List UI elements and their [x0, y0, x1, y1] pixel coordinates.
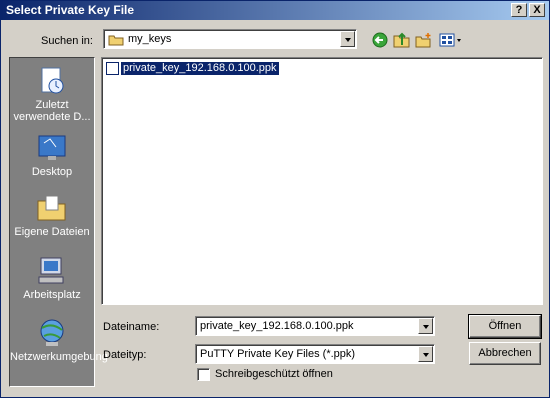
file-list[interactable]: private_key_192.168.0.100.ppk: [101, 57, 543, 305]
title-bar[interactable]: Select Private Key File ? X: [1, 1, 549, 20]
places-bar: Zuletzt verwendete D... Desktop Eigene D…: [9, 57, 108, 387]
look-in-value: my_keys: [128, 33, 172, 45]
place-my-documents[interactable]: Eigene Dateien: [10, 193, 94, 238]
file-dialog: Select Private Key File ? X Suchen in: m…: [0, 0, 550, 398]
readonly-label[interactable]: Schreibgeschützt öffnen: [215, 368, 333, 380]
back-icon[interactable]: [371, 32, 389, 48]
place-label: Netzwerkumgebung: [10, 351, 108, 363]
filetype-value: PuTTY Private Key Files (*.ppk): [200, 348, 356, 360]
look-in-label: Suchen in:: [41, 35, 93, 47]
place-desktop[interactable]: Desktop: [10, 133, 94, 178]
filename-label: Dateiname:: [103, 321, 160, 333]
help-button[interactable]: ?: [511, 3, 527, 17]
place-label: Zuletzt verwendete D...: [13, 99, 91, 123]
view-menu-icon[interactable]: [439, 32, 463, 48]
filename-value: private_key_192.168.0.100.ppk: [200, 320, 354, 332]
ppk-file-icon: [106, 62, 119, 75]
cancel-button[interactable]: Abbrechen: [469, 342, 541, 365]
place-label: Arbeitsplatz: [23, 289, 81, 301]
folder-icon: [108, 35, 124, 46]
filename-dropdown-arrow[interactable]: [418, 318, 433, 334]
look-in-combo[interactable]: my_keys: [103, 29, 357, 49]
place-my-computer[interactable]: Arbeitsplatz: [10, 256, 94, 301]
place-label: Eigene Dateien: [14, 226, 90, 238]
recent-documents-icon: [41, 67, 64, 94]
filetype-select[interactable]: PuTTY Private Key Files (*.ppk): [195, 344, 435, 364]
my-documents-icon: [37, 195, 66, 221]
file-name: private_key_192.168.0.100.ppk: [120, 61, 280, 76]
dialog-title: Select Private Key File: [6, 3, 135, 17]
place-label: Desktop: [31, 166, 73, 178]
open-button[interactable]: Öffnen: [468, 314, 542, 339]
new-folder-icon[interactable]: [415, 32, 433, 48]
desktop-icon: [38, 135, 66, 160]
network-places-icon: [40, 319, 64, 346]
place-network[interactable]: Netzwerkumgebung: [10, 318, 108, 363]
close-button[interactable]: X: [529, 3, 545, 17]
place-recent-documents[interactable]: Zuletzt verwendete D...: [10, 66, 94, 123]
look-in-dropdown-arrow[interactable]: [340, 31, 355, 47]
my-computer-icon: [38, 257, 64, 284]
up-folder-icon[interactable]: [393, 32, 411, 48]
filename-input[interactable]: private_key_192.168.0.100.ppk: [195, 316, 435, 336]
filetype-dropdown-arrow[interactable]: [418, 346, 433, 362]
filetype-label: Dateityp:: [103, 349, 147, 361]
readonly-checkbox[interactable]: [197, 368, 210, 381]
